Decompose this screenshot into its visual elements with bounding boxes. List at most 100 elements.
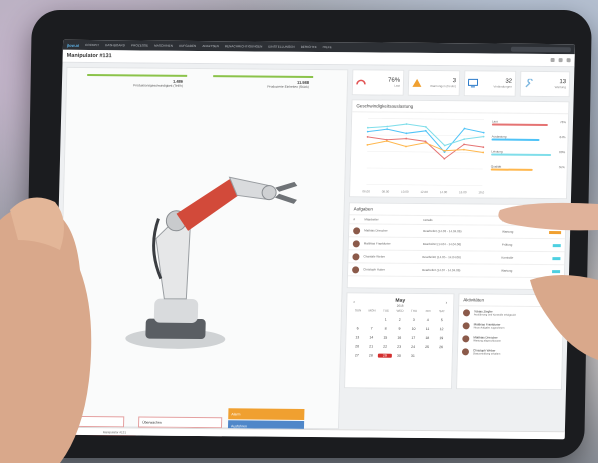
calendar-day[interactable]: 5 (435, 318, 449, 322)
calendar-day[interactable]: 10 (407, 327, 421, 331)
calendar-day[interactable]: 27 (350, 353, 364, 357)
chart-title: Geschwindigkeitsauslastung (352, 100, 569, 115)
btn-alarm-label: Alarm (231, 411, 241, 416)
kpi-load-label: Last (394, 83, 400, 88)
data-point (405, 123, 408, 125)
legend-bar-2 (491, 153, 552, 157)
nav-item-9[interactable]: HILFE (323, 45, 332, 49)
chevron-right-icon[interactable]: › (445, 300, 447, 306)
calendar-day[interactable]: 17 (406, 336, 420, 340)
data-point (482, 151, 485, 154)
nav-item-7[interactable]: EINSTELLUNGEN (268, 45, 294, 49)
calendar-day[interactable]: 20 (350, 344, 364, 348)
calendar-day[interactable]: 16 (392, 336, 406, 340)
data-point (463, 148, 465, 151)
more-icon[interactable] (566, 58, 571, 63)
kpi-speed-label: Produktionsgeschwindigkeit (Teil/h) (133, 83, 183, 88)
data-point (386, 125, 389, 128)
calendar-day[interactable]: 7 (365, 326, 379, 331)
kpi-units: 11.988 Produzierte Einheiten (Stück) (212, 75, 314, 92)
calendar-day[interactable]: 3 (407, 318, 421, 322)
nav-item-1[interactable]: DASHBOARD (105, 43, 125, 47)
gauge-icon (356, 79, 366, 85)
legend-bar-1 (491, 138, 540, 141)
weekday-label: THU (410, 308, 418, 313)
legend-label-2: Leistung (491, 149, 503, 154)
calendar-day[interactable]: 11 (421, 327, 435, 331)
gridline (366, 167, 483, 170)
btn-alarm[interactable]: Alarm (228, 408, 305, 420)
nav-item-5[interactable]: ANALYSEN (202, 44, 219, 48)
weekday-label: TUE (382, 308, 390, 313)
legend-item-3: Qualität 55% (490, 164, 565, 172)
chevron-left-icon[interactable]: ‹ (353, 299, 355, 305)
task-detail: Bearbeitet (14.03 - 14.04.06) (423, 228, 462, 234)
calendar-day[interactable]: 21 (364, 344, 378, 349)
page-title: Manipulator #131 (66, 52, 112, 60)
chart-card: Geschwindigkeitsauslastung 06.00 08.00 10.… (349, 99, 570, 200)
data-point (366, 126, 369, 129)
calendar-day[interactable]: 22 (378, 345, 392, 349)
calendar-day[interactable]: 24 (406, 345, 420, 349)
legend-bar-3 (490, 168, 533, 171)
nav-item-6[interactable]: BENACHRICHTIGUNGEN (225, 44, 263, 48)
monitor-icon (467, 78, 479, 88)
weekday-label: FRI (425, 308, 431, 314)
btn-ueberwachen[interactable]: Überwachen (137, 416, 223, 429)
legend-value-1: 64% (559, 135, 566, 140)
calendar-day[interactable]: 6 (351, 326, 365, 330)
calendar-day[interactable]: 31 (406, 354, 420, 358)
calendar-day[interactable]: 4 (421, 318, 435, 322)
calendar-day[interactable]: 28 (364, 353, 378, 358)
btn-ausfuehren-label: Ausführen (230, 423, 248, 428)
avatar (352, 265, 360, 273)
avatar (462, 322, 470, 330)
calendar-day[interactable]: 25 (420, 345, 434, 349)
task-detail: Bearbeitet (14.05 - 14.04.06) (422, 254, 461, 260)
data-point (482, 146, 485, 149)
app-logo[interactable]: jlow.ai (67, 42, 79, 47)
calendar-day (365, 317, 379, 321)
calendar-day[interactable]: 2 (393, 318, 407, 322)
robot-arm-illustration (125, 176, 298, 349)
calendar-day[interactable]: 26 (434, 345, 448, 349)
calendar-day[interactable]: 19 (434, 336, 448, 340)
calendar-day (434, 354, 448, 358)
calendar-day[interactable]: 18 (420, 336, 434, 340)
calendar-day[interactable]: 9 (393, 327, 407, 331)
calendar-day[interactable]: 12 (435, 327, 449, 331)
legend-label-3: Qualität (490, 164, 502, 169)
calendar-day[interactable]: 1 (379, 318, 393, 322)
refresh-icon[interactable] (558, 58, 563, 63)
legend-item-2: Leistung 80% (491, 150, 565, 157)
calendar-day[interactable]: 30 (392, 354, 406, 358)
kpi-card-connections[interactable]: 32 Verbindungen (463, 70, 517, 97)
edit-icon[interactable] (550, 58, 555, 63)
calendar-day[interactable]: 13 (350, 335, 364, 339)
calendar-day[interactable]: 29 (377, 353, 392, 358)
task-employee: Chantale Weber (363, 254, 386, 259)
search-input[interactable] (510, 46, 571, 52)
x-tick-label: 10.00 (401, 190, 409, 194)
kpi-maintenance-label: Wartung (554, 85, 566, 90)
calendar-day[interactable]: 23 (392, 345, 406, 349)
calendar-day[interactable]: 14 (364, 335, 378, 340)
data-point (463, 143, 465, 146)
gridline (366, 184, 483, 186)
calendar-day (351, 317, 365, 321)
nav-item-3[interactable]: MASCHINEN (154, 44, 173, 48)
legend-value-2: 80% (559, 150, 566, 155)
task-detail: Bearbeitet (14.04 - 14.04.06) (422, 241, 462, 247)
calendar-day[interactable]: 15 (378, 336, 392, 340)
avatar (352, 239, 360, 247)
nav-item-0[interactable]: COCKPIT (85, 43, 99, 47)
nav-item-4[interactable]: AUFGABEN (179, 44, 196, 48)
calendar-day[interactable]: 8 (379, 327, 393, 331)
nav-item-8[interactable]: BERICHTE (301, 45, 317, 49)
weekday-label: SUN (354, 308, 362, 313)
x-tick-label: 16.00 (459, 190, 467, 194)
kpi-card-warnings[interactable]: 3 Warnungen (heute) (407, 69, 461, 97)
kpi-card-maintenance[interactable]: 13 Wartung (519, 70, 571, 98)
kpi-card-load[interactable]: 76% Last (351, 69, 405, 96)
nav-item-2[interactable]: PROZESSE (131, 43, 148, 47)
